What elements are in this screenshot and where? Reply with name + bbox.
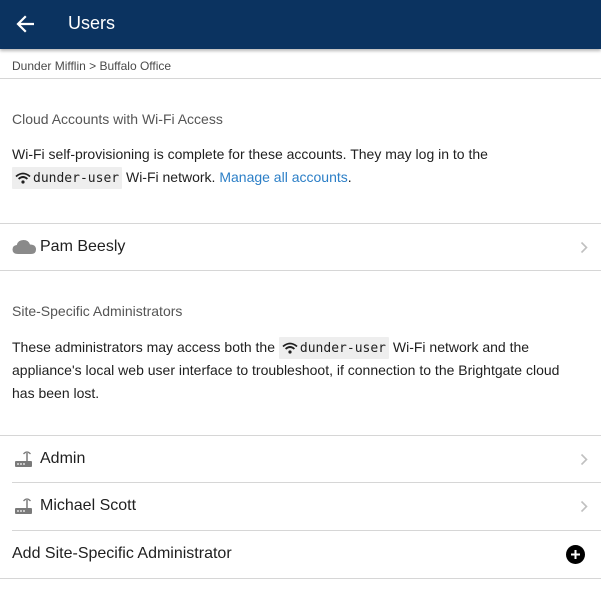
admin-description-text: These administrators may access both the — [12, 339, 279, 355]
breadcrumb-divider — [0, 78, 601, 79]
account-name: Pam Beesly — [40, 238, 126, 255]
account-row-pam-beesly[interactable]: Pam Beesly — [0, 224, 601, 270]
page-title: Users — [68, 13, 116, 33]
arrow-left-icon — [16, 15, 34, 33]
site-admins-heading: Site-Specific Administrators — [12, 303, 183, 319]
cloud-icon — [12, 239, 37, 255]
admin-row-admin[interactable]: Admin — [0, 436, 601, 482]
cloud-accounts-description: Wi-Fi self-provisioning is complete for … — [12, 143, 582, 190]
chevron-right-icon — [580, 500, 588, 513]
app-header: Users — [0, 0, 601, 49]
wifi-icon — [15, 172, 31, 184]
breadcrumb: Dunder Mifflin > Buffalo Office — [12, 59, 172, 73]
site-admins-description: These administrators may access both the… — [12, 336, 582, 405]
add-admin-button[interactable] — [566, 544, 585, 564]
cloud-accounts-heading: Cloud Accounts with Wi-Fi Access — [12, 111, 223, 127]
admin-name: Michael Scott — [40, 497, 137, 514]
add-admin-row[interactable]: Add Site-Specific Administrator — [0, 531, 601, 577]
manage-accounts-link[interactable]: Manage all accounts — [219, 169, 347, 185]
admin-name: Admin — [40, 450, 86, 467]
wifi-icon — [282, 342, 298, 354]
chevron-right-icon — [580, 241, 588, 254]
chevron-right-icon — [580, 453, 588, 466]
add-admin-label: Add Site-Specific Administrator — [12, 545, 232, 562]
network-chip: dunder-user — [278, 337, 389, 360]
section-divider — [0, 578, 601, 579]
router-icon — [12, 496, 34, 516]
network-name: dunder-user — [299, 340, 386, 356]
cloud-description-text: Wi-Fi self-provisioning is complete for … — [12, 146, 488, 162]
section-divider — [0, 270, 601, 271]
cloud-description-end: . — [347, 169, 352, 185]
cloud-description-text-2: Wi-Fi network. — [122, 169, 220, 185]
admin-row-michael-scott[interactable]: Michael Scott — [0, 483, 601, 529]
router-icon — [12, 449, 34, 469]
plus-icon — [571, 549, 580, 559]
network-name: dunder-user — [33, 170, 120, 186]
network-chip: dunder-user — [12, 167, 123, 190]
back-button[interactable] — [12, 11, 38, 37]
